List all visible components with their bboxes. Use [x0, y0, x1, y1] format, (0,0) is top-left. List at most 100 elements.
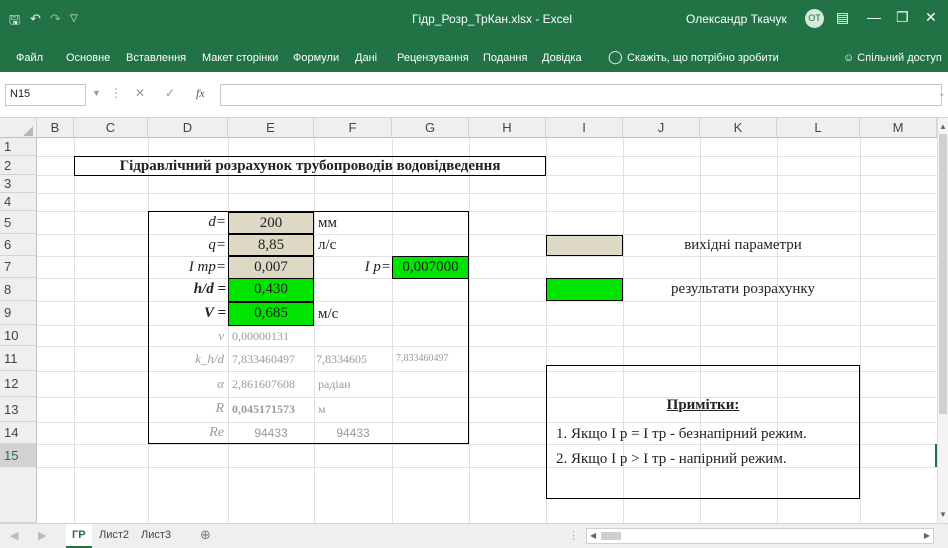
hscroll-right-icon[interactable]: ▶	[924, 531, 930, 540]
tab-data[interactable]: Дані	[355, 52, 377, 64]
column-header-h[interactable]: H	[469, 118, 546, 138]
hd-label: h/d =	[193, 281, 226, 297]
row-header-5[interactable]: 5	[0, 211, 37, 234]
r-value[interactable]: 0,045171573	[232, 399, 295, 419]
enter-icon[interactable]: ✓	[165, 86, 175, 100]
ribbon-display-icon[interactable]: ▤	[836, 9, 849, 26]
column-header-e[interactable]: E	[228, 118, 314, 138]
sheet-tab-gr[interactable]: ГР	[66, 524, 92, 548]
re-label: Re	[209, 425, 224, 440]
legend-result-swatch[interactable]	[546, 278, 623, 301]
tab-insert[interactable]: Вставлення	[126, 52, 186, 64]
tab-scroll-right-icon[interactable]: ▶	[38, 529, 46, 542]
sheet-tab-3[interactable]: Лист3	[141, 529, 171, 541]
column-header-l[interactable]: L	[777, 118, 860, 138]
alpha-value[interactable]: 2,861607608	[232, 374, 295, 394]
row-header-4[interactable]: 4	[0, 193, 37, 211]
vertical-scrollbar[interactable]: ▲ ▼	[937, 118, 948, 523]
ip-result[interactable]: 0,007000	[392, 256, 469, 279]
row-header-10[interactable]: 10	[0, 325, 37, 346]
hscroll-thumb[interactable]	[601, 532, 621, 540]
sheet-title[interactable]: Гідравлічний розрахунок трубопроводів во…	[74, 156, 546, 176]
row-header-13[interactable]: 13	[0, 397, 37, 422]
row-header-15[interactable]: 15	[0, 444, 37, 467]
column-header-m[interactable]: M	[860, 118, 937, 138]
itr-input[interactable]: 0,007	[228, 256, 314, 279]
divider-icon: ⋮	[110, 86, 122, 100]
tab-splitter-icon[interactable]: ⋮	[568, 529, 579, 542]
column-header-d[interactable]: D	[148, 118, 228, 138]
close-icon[interactable]: ✕	[925, 9, 937, 26]
hd-result[interactable]: 0,430	[228, 278, 314, 302]
fx-icon[interactable]: fx	[196, 86, 205, 101]
formula-input[interactable]	[220, 84, 942, 106]
column-header-g[interactable]: G	[392, 118, 469, 138]
horizontal-scrollbar[interactable]: ◀ ▶	[586, 528, 934, 544]
name-box[interactable]: N15	[5, 84, 86, 106]
column-header-c[interactable]: C	[74, 118, 148, 138]
tab-file[interactable]: Файл	[16, 52, 43, 64]
nu-value[interactable]: 0,00000131	[232, 326, 289, 346]
name-box-dropdown-icon[interactable]: ▼	[92, 88, 101, 98]
row-header-7[interactable]: 7	[0, 256, 37, 278]
row-header-3[interactable]: 3	[0, 175, 37, 193]
share-button[interactable]: ☺ Спільний доступ	[843, 52, 942, 64]
tab-view[interactable]: Подання	[483, 52, 527, 64]
row-header-9[interactable]: 9	[0, 301, 37, 325]
row-header-14[interactable]: 14	[0, 422, 37, 444]
avatar[interactable]: ОТ	[805, 9, 824, 28]
tab-home[interactable]: Основне	[66, 52, 110, 64]
row-header-8[interactable]: 8	[0, 278, 37, 301]
worksheet-grid[interactable]: B C D E F G H I J K L M 1 2 3 4 5 6 7 8 …	[0, 118, 948, 523]
row-header-6[interactable]: 6	[0, 234, 37, 256]
save-icon[interactable]: 🖫	[9, 11, 20, 33]
tab-formulas[interactable]: Формули	[293, 52, 339, 64]
row-header-11[interactable]: 11	[0, 346, 37, 371]
undo-icon[interactable]: ↶	[30, 11, 41, 27]
k-value-f[interactable]: 7,8334605	[316, 349, 367, 369]
select-all-corner[interactable]	[0, 118, 37, 138]
legend-input-swatch[interactable]	[546, 235, 623, 256]
tab-review[interactable]: Рецензування	[397, 52, 469, 64]
redo-icon[interactable]: ↷	[50, 11, 61, 27]
re-value-f[interactable]: 94433	[314, 423, 392, 443]
row-header-1[interactable]: 1	[0, 138, 37, 156]
d-label: d=	[208, 214, 226, 230]
user-name[interactable]: Олександр Ткачук	[686, 12, 787, 26]
scroll-down-icon[interactable]: ▼	[939, 510, 947, 519]
minimize-icon[interactable]: —	[867, 9, 881, 25]
hscroll-left-icon[interactable]: ◀	[590, 531, 596, 540]
k-value-g[interactable]: 7,833460497	[396, 349, 449, 369]
tab-page-layout[interactable]: Макет сторінки	[202, 52, 278, 64]
q-input[interactable]: 8,85	[228, 234, 314, 256]
sheet-tabs-bar: ◀ ▶ ГР Лист2 Лист3 ⊕ ⋮ ◀ ▶	[0, 523, 948, 548]
add-sheet-icon[interactable]: ⊕	[200, 527, 211, 543]
cancel-icon[interactable]: ✕	[135, 86, 145, 100]
row-header-2[interactable]: 2	[0, 156, 37, 175]
column-header-j[interactable]: J	[623, 118, 700, 138]
scroll-thumb[interactable]	[939, 134, 947, 414]
column-header-i[interactable]: I	[546, 118, 623, 138]
expand-formula-icon[interactable]: ⌄	[938, 88, 946, 99]
row-header-overflow	[0, 467, 37, 523]
itr-label: I тр=	[188, 259, 226, 275]
re-value-e[interactable]: 94433	[228, 423, 314, 443]
v-result[interactable]: 0,685	[228, 302, 314, 326]
tell-me-input[interactable]: Скажіть, що потрібно зробити	[627, 52, 779, 64]
scroll-up-icon[interactable]: ▲	[939, 122, 947, 131]
customize-icon[interactable]: ▽	[70, 13, 78, 24]
tab-help[interactable]: Довідка	[542, 52, 582, 64]
column-header-b[interactable]: B	[37, 118, 74, 138]
column-header-f[interactable]: F	[314, 118, 392, 138]
k-label: k_h/d	[195, 351, 224, 366]
tab-scroll-left-icon[interactable]: ◀	[10, 529, 18, 542]
sheet-tab-2[interactable]: Лист2	[99, 529, 129, 541]
note-line-1: 1. Якщо I р = I тр - безнапірний режим.	[556, 426, 807, 442]
d-unit: мм	[318, 215, 337, 231]
restore-icon[interactable]: ❐	[896, 9, 909, 26]
d-input[interactable]: 200	[228, 212, 314, 234]
row-header-12[interactable]: 12	[0, 371, 37, 397]
legend-result-text: результати розрахунку	[670, 281, 815, 297]
column-header-k[interactable]: K	[700, 118, 777, 138]
k-value-e[interactable]: 7,833460497	[232, 349, 295, 369]
